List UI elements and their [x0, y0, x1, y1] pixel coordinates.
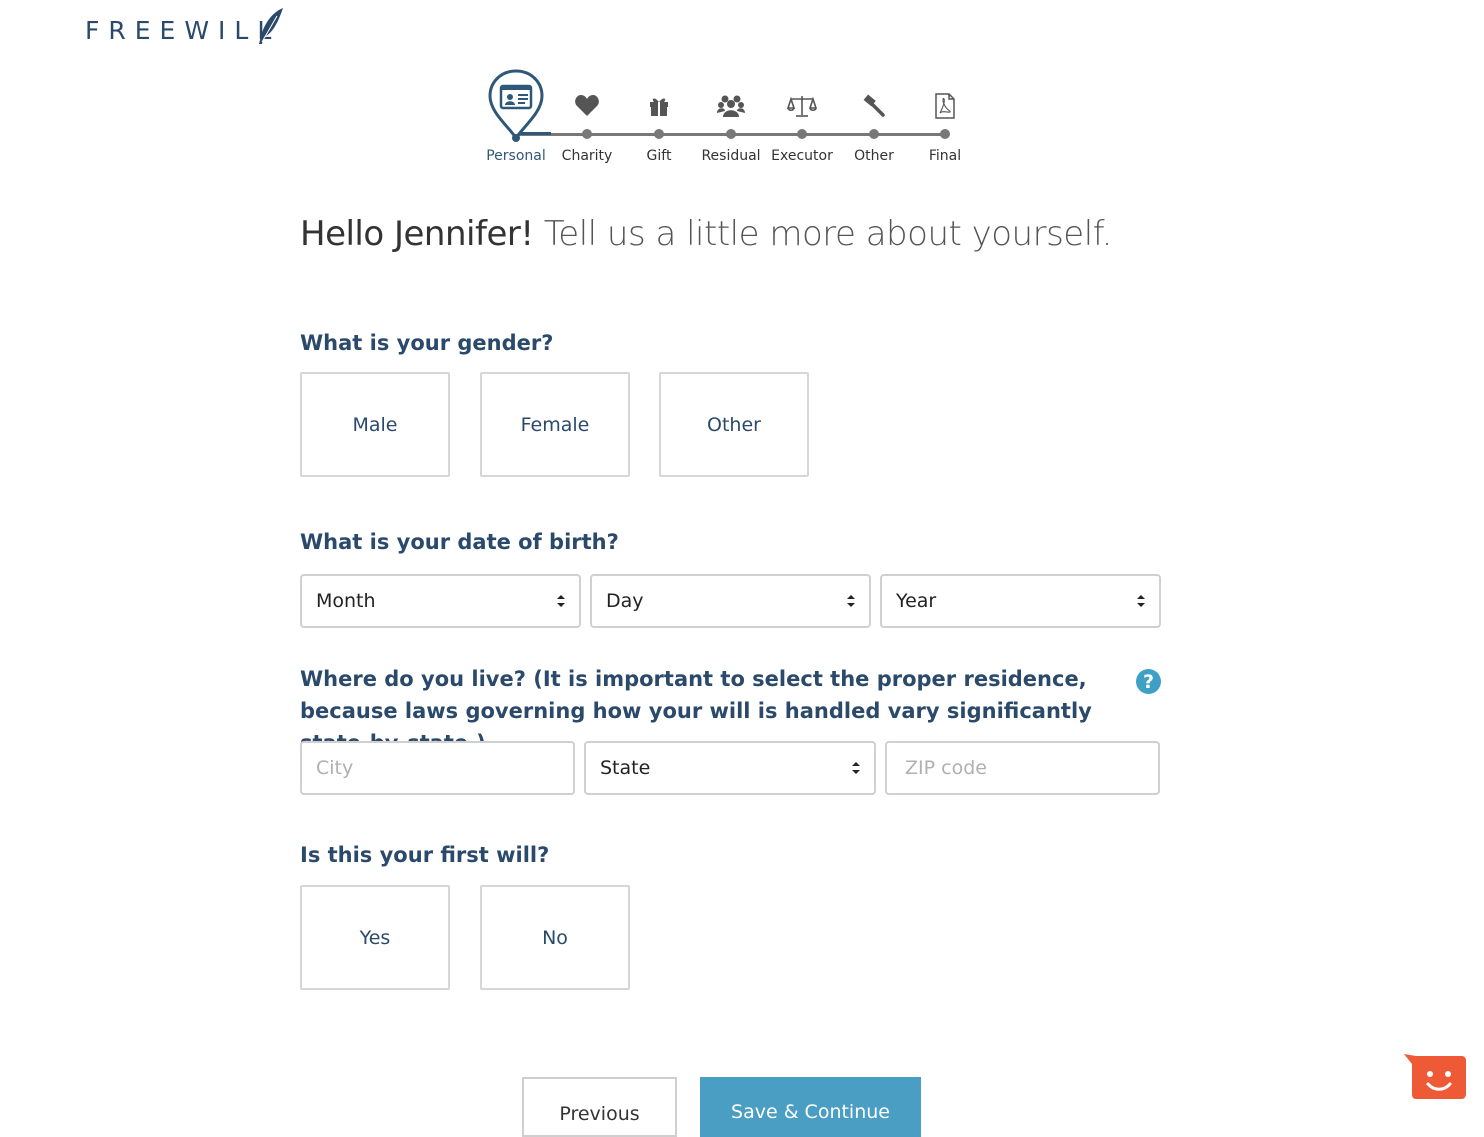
month-select[interactable]: Month — [300, 574, 581, 628]
day-select[interactable]: Day — [590, 574, 871, 628]
gift-icon — [643, 90, 675, 122]
step-dot — [797, 129, 807, 139]
pdf-icon — [929, 90, 961, 122]
city-input[interactable]: City — [300, 741, 575, 795]
year-select-value: Year — [896, 590, 937, 612]
gender-other-button[interactable]: Other — [659, 372, 809, 477]
step-dot — [726, 129, 736, 139]
feather-icon — [259, 8, 283, 44]
step-final[interactable]: Final — [909, 60, 981, 170]
city-input-placeholder: City — [316, 757, 354, 779]
scales-icon — [786, 90, 818, 122]
select-arrows-icon — [847, 595, 855, 607]
greeting-name: Hello Jennifer! — [300, 214, 534, 254]
gender-female-button[interactable]: Female — [480, 372, 630, 477]
step-dot — [582, 129, 592, 139]
select-arrows-icon — [1137, 595, 1145, 607]
year-select[interactable]: Year — [880, 574, 1161, 628]
dob-question: What is your date of birth? — [300, 530, 619, 554]
day-select-value: Day — [606, 590, 644, 612]
select-arrows-icon — [557, 595, 565, 607]
select-arrows-icon — [852, 762, 860, 774]
greeting-subtitle: Tell us a little more about yourself. — [533, 214, 1113, 254]
step-label: Final — [928, 148, 962, 164]
id-card-icon — [499, 84, 533, 110]
gender-question: What is your gender? — [300, 331, 554, 355]
save-continue-button[interactable]: Save & Continue — [700, 1077, 921, 1137]
previous-button[interactable]: Previous — [522, 1077, 677, 1137]
month-select-value: Month — [316, 590, 376, 612]
help-icon[interactable]: ? — [1136, 669, 1161, 694]
first-will-question: Is this your first will? — [300, 843, 550, 867]
zip-input[interactable]: ZIP code — [885, 741, 1160, 795]
first-will-yes-button[interactable]: Yes — [300, 885, 450, 990]
chat-widget-icon[interactable] — [1404, 1054, 1466, 1100]
heart-icon — [571, 90, 603, 122]
step-dot — [869, 129, 879, 139]
state-select[interactable]: State — [584, 741, 876, 795]
progress-stepper: Personal Charity Gift Residual Executor … — [480, 60, 980, 170]
step-dot — [940, 129, 950, 139]
zip-input-placeholder: ZIP code — [905, 757, 987, 779]
gavel-icon — [858, 90, 890, 122]
brand-name: FREEWILL — [85, 16, 281, 45]
gender-male-button[interactable]: Male — [300, 372, 450, 477]
first-will-no-button[interactable]: No — [480, 885, 630, 990]
step-dot — [654, 129, 664, 139]
state-select-value: State — [600, 757, 651, 779]
people-icon — [715, 90, 747, 122]
page-title: Hello Jennifer! Tell us a little more ab… — [300, 214, 1112, 254]
